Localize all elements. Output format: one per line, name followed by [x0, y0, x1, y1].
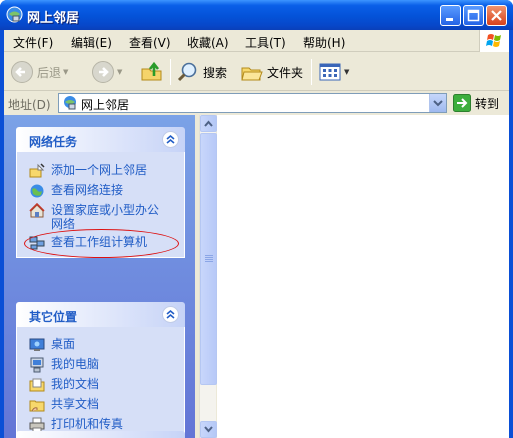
toolbar-separator	[311, 59, 312, 85]
place-desktop[interactable]: 桌面	[29, 337, 75, 353]
highlight-ellipse	[24, 229, 179, 258]
other-places-panel: 其它位置 桌面 我的电脑 我的文档 共享文档 打印机和传真	[16, 302, 185, 438]
my-documents-icon	[29, 378, 45, 392]
network-tasks-title: 网络任务	[29, 135, 78, 149]
task-add-network-place-label: 添加一个网上邻居	[51, 163, 148, 177]
task-view-network-connections-label: 查看网络连接	[51, 183, 124, 197]
scroll-down-icon	[204, 426, 213, 433]
scroll-grip	[205, 255, 213, 256]
menu-tools[interactable]: 工具(T)	[245, 34, 286, 51]
up-folder-icon	[141, 61, 162, 81]
folders-label: 文件夹	[267, 65, 304, 80]
menu-bar: 文件(F) 编辑(E) 查看(V) 收藏(A) 工具(T) 帮助(H)	[4, 30, 509, 52]
menu-edit[interactable]: 编辑(E)	[71, 34, 112, 51]
maximize-button[interactable]	[463, 5, 484, 26]
forward-dropdown-icon[interactable]: ▼	[117, 68, 122, 76]
address-bar: 地址(D) 网上邻居 转到	[4, 92, 509, 114]
my-computer-icon	[30, 357, 44, 373]
place-printers-faxes-label: 打印机和传真	[51, 417, 124, 431]
go-button[interactable]: 转到	[453, 93, 499, 113]
task-setup-home-network-line2: 网络	[51, 217, 76, 231]
add-network-place-icon	[29, 163, 45, 178]
maximize-icon	[467, 9, 480, 22]
folder-content-area[interactable]	[217, 115, 509, 438]
scroll-grip	[205, 261, 213, 262]
close-button[interactable]	[486, 5, 507, 26]
collapse-other-places-button[interactable]	[162, 306, 179, 323]
go-arrow-icon	[453, 94, 471, 112]
place-shared-documents[interactable]: 共享文档	[29, 397, 99, 413]
network-places-icon	[64, 96, 76, 110]
search-button[interactable]: 搜索	[176, 58, 227, 86]
folders-button[interactable]: 文件夹	[240, 58, 303, 86]
address-dropdown-button[interactable]	[429, 94, 446, 112]
chevron-down-icon	[433, 100, 443, 107]
scroll-down-button[interactable]	[200, 421, 217, 438]
details-panel-header[interactable]	[16, 431, 185, 438]
task-pane: 网络任务 添加一个网上邻居 查看网络连接 设置家庭或小型办公 网络 查看工作组计…	[4, 115, 195, 438]
desktop-icon	[29, 338, 45, 351]
windows-logo-icon	[479, 30, 509, 52]
views-dropdown-icon[interactable]: ▼	[344, 68, 349, 76]
task-view-network-connections[interactable]: 查看网络连接	[29, 183, 123, 199]
menu-view[interactable]: 查看(V)	[129, 34, 171, 51]
menu-help[interactable]: 帮助(H)	[303, 34, 345, 51]
back-arrow-icon	[11, 61, 33, 83]
address-label: 地址(D)	[8, 98, 51, 112]
collapse-network-tasks-button[interactable]	[162, 131, 179, 148]
task-add-network-place[interactable]: 添加一个网上邻居	[29, 163, 147, 179]
home-network-setup-icon	[29, 203, 45, 218]
network-tasks-header[interactable]: 网络任务	[16, 127, 185, 152]
place-my-computer[interactable]: 我的电脑	[29, 357, 99, 373]
window-client: 文件(F) 编辑(E) 查看(V) 收藏(A) 工具(T) 帮助(H) 后退 ▼…	[4, 30, 509, 438]
chevron-up-icon	[166, 309, 175, 319]
network-places-icon	[6, 6, 23, 23]
place-shared-documents-label: 共享文档	[51, 397, 100, 411]
toolbar: 后退 ▼ ▼ 搜索 文件夹 ▼	[4, 53, 509, 91]
toolbar-separator	[170, 59, 171, 85]
place-desktop-label: 桌面	[51, 337, 76, 351]
scroll-up-icon	[204, 120, 213, 127]
place-my-computer-label: 我的电脑	[51, 357, 100, 371]
explorer-window: 网上邻居 文件(F) 编辑(E) 查看(V) 收藏(A) 工具(T) 帮助(H)	[0, 0, 513, 438]
search-icon	[177, 62, 197, 82]
task-setup-home-network-line1: 设置家庭或小型办公	[51, 203, 160, 217]
minimize-button[interactable]	[440, 5, 461, 26]
address-value: 网上邻居	[81, 98, 130, 112]
forward-arrow-icon	[92, 61, 114, 83]
chevron-up-icon	[166, 134, 175, 144]
window-title: 网上邻居	[27, 11, 80, 26]
views-button[interactable]: ▼	[318, 58, 349, 86]
shared-documents-icon	[29, 400, 45, 412]
close-icon	[491, 10, 502, 21]
search-label: 搜索	[203, 65, 228, 80]
minimize-icon	[446, 18, 453, 21]
place-my-documents[interactable]: 我的文档	[29, 377, 99, 393]
menu-file[interactable]: 文件(F)	[13, 34, 53, 51]
back-dropdown-icon[interactable]: ▼	[63, 68, 68, 76]
address-input[interactable]: 网上邻居	[58, 93, 447, 113]
go-label: 转到	[475, 96, 500, 111]
title-bar[interactable]: 网上邻居	[0, 0, 513, 30]
back-label: 后退	[37, 65, 62, 80]
views-icon	[319, 63, 341, 81]
up-folder-button[interactable]	[140, 58, 164, 86]
place-my-documents-label: 我的文档	[51, 377, 100, 391]
task-setup-home-network-label: 设置家庭或小型办公 网络	[51, 203, 159, 231]
folders-icon	[241, 67, 263, 81]
scroll-up-button[interactable]	[200, 115, 217, 132]
back-button[interactable]: 后退 ▼	[10, 58, 68, 86]
scroll-thumb[interactable]	[200, 133, 217, 385]
other-places-title: 其它位置	[29, 310, 78, 324]
scroll-grip	[205, 259, 213, 260]
details-panel	[16, 431, 185, 438]
other-places-header[interactable]: 其它位置	[16, 302, 185, 327]
menu-favorites[interactable]: 收藏(A)	[187, 34, 229, 51]
task-pane-scrollbar[interactable]	[199, 115, 217, 438]
scroll-grip	[205, 257, 213, 258]
other-places-body: 桌面 我的电脑 我的文档 共享文档 打印机和传真	[16, 327, 185, 438]
task-setup-home-network[interactable]: 设置家庭或小型办公 网络	[29, 203, 159, 231]
network-connections-icon	[30, 184, 44, 198]
forward-button[interactable]: ▼	[91, 58, 122, 86]
